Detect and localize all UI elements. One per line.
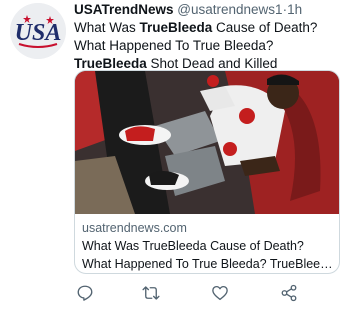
card-image <box>75 71 339 214</box>
link-card[interactable]: usatrendnews.com What Was TrueBleeda Cau… <box>74 70 340 274</box>
card-title-line1: What Was TrueBleeda Cause of Death? <box>82 239 304 253</box>
timestamp[interactable]: 1h <box>287 2 302 17</box>
tweet-text-seg5: Shot Dead and Killed <box>146 56 278 71</box>
share-icon <box>281 284 297 302</box>
card-domain: usatrendnews.com <box>82 221 187 235</box>
action-bar <box>74 284 314 304</box>
card-title-line2: What Happened To True Bleeda? TrueBleed.… <box>82 257 334 271</box>
tweet-content: USATrendNews @usatrendnews1·1h What Was … <box>74 0 344 73</box>
like-button[interactable] <box>211 284 231 304</box>
usa-logo: USA <box>10 3 66 59</box>
display-name[interactable]: USATrendNews <box>74 2 174 17</box>
reply-button[interactable] <box>76 284 96 304</box>
tweet-text-seg1: What Was <box>74 20 140 35</box>
retweet-button[interactable] <box>142 284 162 304</box>
heart-icon <box>212 285 228 301</box>
hashtag-truebleeda-2[interactable]: TrueBleeda <box>74 56 147 71</box>
tweet-header: USATrendNews @usatrendnews1·1h <box>74 1 344 19</box>
share-button[interactable] <box>280 284 300 304</box>
svg-text:USA: USA <box>15 20 62 46</box>
reply-icon <box>77 285 93 301</box>
user-handle[interactable]: @usatrendnews1 <box>177 2 282 17</box>
tweet-text: What Was TrueBleeda Cause of Death? What… <box>74 19 344 73</box>
card-meta: usatrendnews.com What Was TrueBleeda Cau… <box>82 220 334 273</box>
avatar[interactable]: USA <box>10 3 66 59</box>
retweet-icon <box>142 286 160 300</box>
hashtag-truebleeda[interactable]: TrueBleeda <box>140 20 213 35</box>
